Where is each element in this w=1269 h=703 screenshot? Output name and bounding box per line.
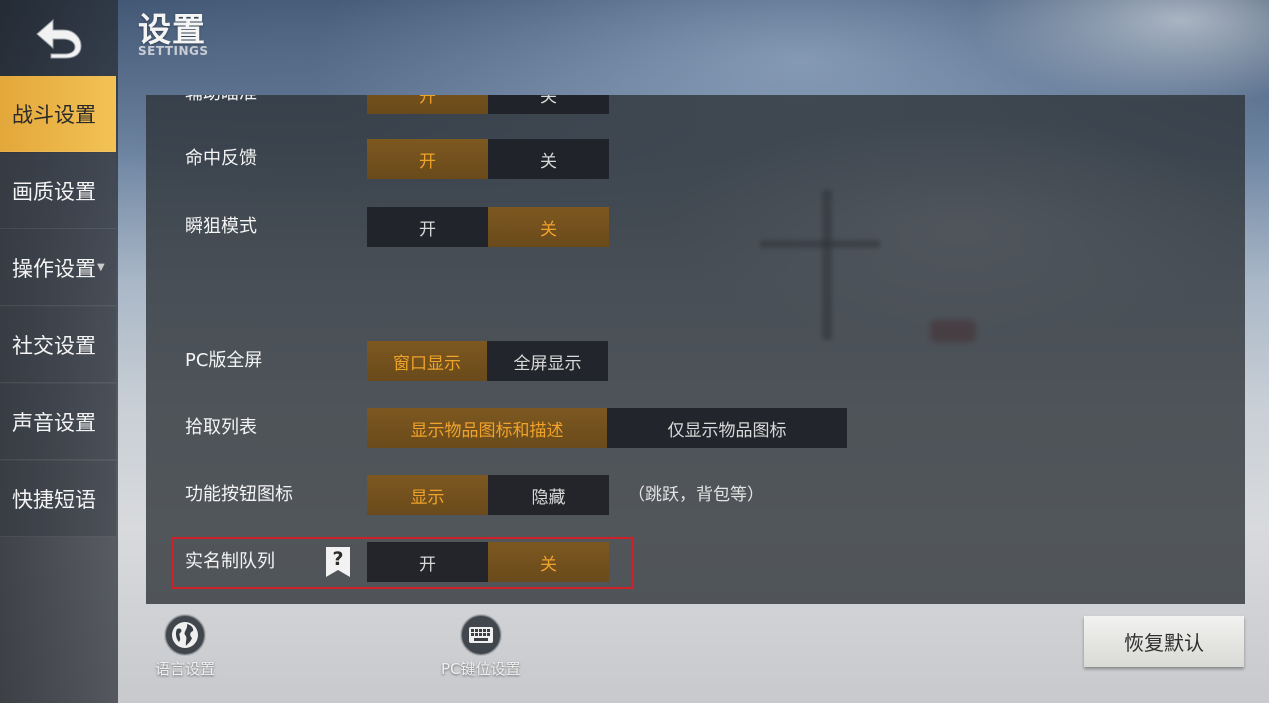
- page-header: 设置 SETTINGS: [138, 10, 209, 59]
- toggle-group: 开 关: [367, 542, 609, 582]
- setting-row-aim-assist: 辅助瞄准 开 关: [146, 95, 1245, 115]
- back-button[interactable]: [0, 0, 118, 76]
- option-off[interactable]: 关: [488, 542, 609, 582]
- setting-row-pc-fullscreen: PC版全屏 窗口显示 全屏显示: [146, 340, 1245, 382]
- keyboard-icon-wrap: [451, 612, 511, 658]
- settings-panel[interactable]: 辅助瞄准 开 关 命中反馈 开 关 瞬狙模式 开 关 PC版全屏 窗口显示 全屏…: [146, 95, 1245, 604]
- option-off[interactable]: 关: [488, 139, 609, 179]
- svg-text:?: ?: [332, 548, 343, 570]
- option-fullscreen[interactable]: 全屏显示: [487, 341, 608, 381]
- language-settings-button[interactable]: 语言设置: [155, 612, 215, 679]
- sidebar-item-label: 社交设置: [12, 333, 96, 358]
- option-icon-and-description[interactable]: 显示物品图标和描述: [367, 408, 607, 448]
- sidebar-item-sound[interactable]: 声音设置: [0, 384, 116, 460]
- sidebar-item-label: 快捷短语: [12, 487, 96, 512]
- toggle-group: 显示 隐藏: [367, 475, 609, 515]
- toggle-group: 开 关: [367, 95, 609, 114]
- option-on[interactable]: 开: [367, 139, 488, 179]
- sidebar-item-controls[interactable]: 操作设置 ▼: [0, 230, 116, 306]
- sidebar-item-label: 战斗设置: [12, 102, 96, 127]
- option-show[interactable]: 显示: [367, 475, 488, 515]
- option-icon-only[interactable]: 仅显示物品图标: [607, 408, 847, 448]
- sidebar-item-combat[interactable]: 战斗设置: [0, 76, 116, 152]
- setting-label: 实名制队列: [185, 551, 275, 572]
- caret-down-icon: ▼: [97, 262, 105, 273]
- globe-icon-wrap: [155, 612, 215, 658]
- language-settings-label: 语言设置: [155, 660, 216, 678]
- option-windowed[interactable]: 窗口显示: [367, 341, 487, 381]
- setting-label: PC版全屏: [185, 350, 263, 371]
- pc-keybinding-label: PC键位设置: [441, 660, 521, 678]
- restore-defaults-button[interactable]: 恢复默认: [1084, 616, 1244, 667]
- option-hide[interactable]: 隐藏: [488, 475, 609, 515]
- setting-label: 辅助瞄准: [185, 95, 257, 115]
- sidebar-item-label: 操作设置: [12, 256, 96, 281]
- sidebar: 战斗设置 画质设置 操作设置 ▼ 社交设置 声音设置 快捷短语: [0, 0, 118, 703]
- setting-row-quick-scope: 瞬狙模式 开 关: [146, 206, 1245, 248]
- page-subtitle: SETTINGS: [138, 44, 209, 58]
- setting-label: 命中反馈: [185, 148, 257, 169]
- back-arrow-icon: [36, 18, 82, 59]
- setting-label: 功能按钮图标: [185, 484, 293, 505]
- option-off[interactable]: 关: [488, 95, 609, 114]
- toggle-group: 开 关: [367, 139, 609, 179]
- page-title: 设置: [138, 10, 206, 49]
- setting-label: 拾取列表: [185, 417, 257, 438]
- setting-row-real-name-queue: 实名制队列 ? 开 关: [146, 541, 1245, 583]
- option-on[interactable]: 开: [367, 95, 488, 114]
- sidebar-item-label: 画质设置: [12, 179, 96, 204]
- globe-icon: [164, 614, 206, 656]
- setting-note: （跳跃，背包等）: [628, 485, 764, 505]
- setting-row-pickup-list: 拾取列表 显示物品图标和描述 仅显示物品图标: [146, 407, 1245, 449]
- toggle-group: 显示物品图标和描述 仅显示物品图标: [367, 408, 847, 448]
- option-on[interactable]: 开: [367, 207, 488, 247]
- setting-row-function-button-icons: 功能按钮图标 显示 隐藏 （跳跃，背包等）: [146, 474, 1245, 516]
- sidebar-item-graphics[interactable]: 画质设置: [0, 153, 116, 229]
- setting-row-hit-feedback: 命中反馈 开 关: [146, 138, 1245, 180]
- setting-label: 瞬狙模式: [185, 216, 257, 237]
- question-flag-icon[interactable]: ?: [324, 545, 352, 579]
- sidebar-item-label: 声音设置: [12, 410, 96, 435]
- keyboard-icon: [459, 614, 502, 656]
- sidebar-item-social[interactable]: 社交设置: [0, 307, 116, 383]
- sidebar-item-quick-phrases[interactable]: 快捷短语: [0, 461, 116, 537]
- option-on[interactable]: 开: [367, 542, 488, 582]
- pc-keybinding-button[interactable]: PC键位设置: [441, 612, 521, 679]
- option-off[interactable]: 关: [488, 207, 609, 247]
- toggle-group: 开 关: [367, 207, 609, 247]
- toggle-group: 窗口显示 全屏显示: [367, 341, 608, 381]
